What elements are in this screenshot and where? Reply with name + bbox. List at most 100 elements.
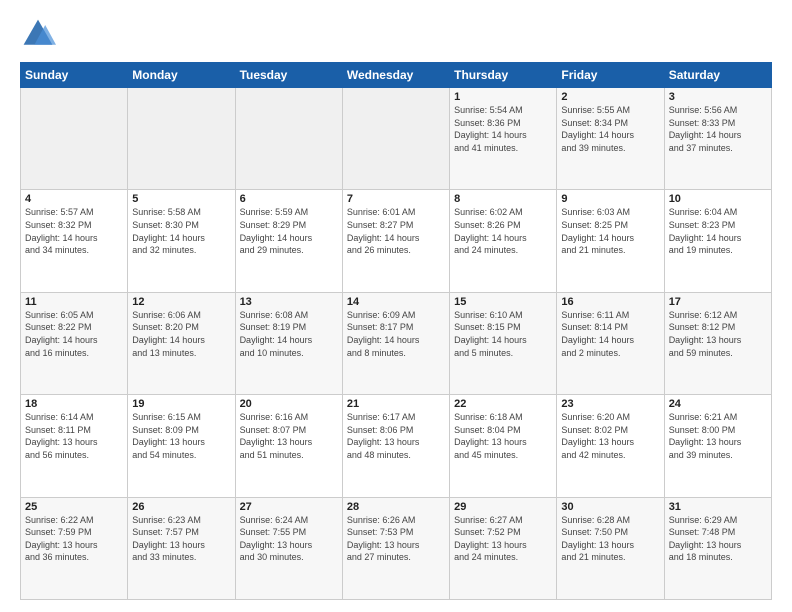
day-info: Sunrise: 6:22 AM Sunset: 7:59 PM Dayligh… (25, 514, 123, 564)
calendar-week-1: 1Sunrise: 5:54 AM Sunset: 8:36 PM Daylig… (21, 88, 772, 190)
day-info: Sunrise: 6:18 AM Sunset: 8:04 PM Dayligh… (454, 411, 552, 461)
calendar-cell: 10Sunrise: 6:04 AM Sunset: 8:23 PM Dayli… (664, 190, 771, 292)
weekday-header-sunday: Sunday (21, 63, 128, 88)
day-info: Sunrise: 6:28 AM Sunset: 7:50 PM Dayligh… (561, 514, 659, 564)
day-number: 20 (240, 398, 338, 410)
calendar-cell (342, 88, 449, 190)
calendar-body: 1Sunrise: 5:54 AM Sunset: 8:36 PM Daylig… (21, 88, 772, 600)
day-number: 16 (561, 296, 659, 308)
calendar-cell: 25Sunrise: 6:22 AM Sunset: 7:59 PM Dayli… (21, 497, 128, 599)
header (20, 16, 772, 52)
calendar-cell: 5Sunrise: 5:58 AM Sunset: 8:30 PM Daylig… (128, 190, 235, 292)
day-number: 26 (132, 501, 230, 513)
calendar-cell: 29Sunrise: 6:27 AM Sunset: 7:52 PM Dayli… (450, 497, 557, 599)
day-info: Sunrise: 5:57 AM Sunset: 8:32 PM Dayligh… (25, 206, 123, 256)
calendar-cell (235, 88, 342, 190)
day-number: 8 (454, 193, 552, 205)
calendar-cell: 12Sunrise: 6:06 AM Sunset: 8:20 PM Dayli… (128, 292, 235, 394)
calendar-cell: 14Sunrise: 6:09 AM Sunset: 8:17 PM Dayli… (342, 292, 449, 394)
calendar-cell: 30Sunrise: 6:28 AM Sunset: 7:50 PM Dayli… (557, 497, 664, 599)
calendar-cell: 31Sunrise: 6:29 AM Sunset: 7:48 PM Dayli… (664, 497, 771, 599)
day-number: 6 (240, 193, 338, 205)
calendar-cell: 22Sunrise: 6:18 AM Sunset: 8:04 PM Dayli… (450, 395, 557, 497)
weekday-header-wednesday: Wednesday (342, 63, 449, 88)
day-info: Sunrise: 6:20 AM Sunset: 8:02 PM Dayligh… (561, 411, 659, 461)
day-number: 24 (669, 398, 767, 410)
day-info: Sunrise: 6:05 AM Sunset: 8:22 PM Dayligh… (25, 309, 123, 359)
day-info: Sunrise: 6:08 AM Sunset: 8:19 PM Dayligh… (240, 309, 338, 359)
day-info: Sunrise: 6:27 AM Sunset: 7:52 PM Dayligh… (454, 514, 552, 564)
calendar-cell: 23Sunrise: 6:20 AM Sunset: 8:02 PM Dayli… (557, 395, 664, 497)
day-number: 22 (454, 398, 552, 410)
calendar-cell: 19Sunrise: 6:15 AM Sunset: 8:09 PM Dayli… (128, 395, 235, 497)
day-info: Sunrise: 5:54 AM Sunset: 8:36 PM Dayligh… (454, 104, 552, 154)
day-number: 21 (347, 398, 445, 410)
day-info: Sunrise: 6:17 AM Sunset: 8:06 PM Dayligh… (347, 411, 445, 461)
weekday-header-tuesday: Tuesday (235, 63, 342, 88)
day-number: 31 (669, 501, 767, 513)
calendar-cell: 26Sunrise: 6:23 AM Sunset: 7:57 PM Dayli… (128, 497, 235, 599)
day-info: Sunrise: 6:02 AM Sunset: 8:26 PM Dayligh… (454, 206, 552, 256)
calendar-cell: 11Sunrise: 6:05 AM Sunset: 8:22 PM Dayli… (21, 292, 128, 394)
day-info: Sunrise: 6:15 AM Sunset: 8:09 PM Dayligh… (132, 411, 230, 461)
day-info: Sunrise: 5:55 AM Sunset: 8:34 PM Dayligh… (561, 104, 659, 154)
day-info: Sunrise: 6:01 AM Sunset: 8:27 PM Dayligh… (347, 206, 445, 256)
calendar-cell: 1Sunrise: 5:54 AM Sunset: 8:36 PM Daylig… (450, 88, 557, 190)
day-info: Sunrise: 5:59 AM Sunset: 8:29 PM Dayligh… (240, 206, 338, 256)
day-number: 14 (347, 296, 445, 308)
calendar-cell (128, 88, 235, 190)
day-info: Sunrise: 6:21 AM Sunset: 8:00 PM Dayligh… (669, 411, 767, 461)
day-number: 4 (25, 193, 123, 205)
day-info: Sunrise: 5:58 AM Sunset: 8:30 PM Dayligh… (132, 206, 230, 256)
weekday-header-friday: Friday (557, 63, 664, 88)
day-info: Sunrise: 6:16 AM Sunset: 8:07 PM Dayligh… (240, 411, 338, 461)
calendar-week-3: 11Sunrise: 6:05 AM Sunset: 8:22 PM Dayli… (21, 292, 772, 394)
calendar-cell: 7Sunrise: 6:01 AM Sunset: 8:27 PM Daylig… (342, 190, 449, 292)
day-number: 27 (240, 501, 338, 513)
day-number: 7 (347, 193, 445, 205)
calendar-cell: 9Sunrise: 6:03 AM Sunset: 8:25 PM Daylig… (557, 190, 664, 292)
calendar-cell: 3Sunrise: 5:56 AM Sunset: 8:33 PM Daylig… (664, 88, 771, 190)
calendar-cell: 15Sunrise: 6:10 AM Sunset: 8:15 PM Dayli… (450, 292, 557, 394)
day-number: 19 (132, 398, 230, 410)
day-number: 12 (132, 296, 230, 308)
weekday-header-saturday: Saturday (664, 63, 771, 88)
logo-icon (20, 16, 56, 52)
calendar-cell: 2Sunrise: 5:55 AM Sunset: 8:34 PM Daylig… (557, 88, 664, 190)
day-number: 15 (454, 296, 552, 308)
calendar-week-2: 4Sunrise: 5:57 AM Sunset: 8:32 PM Daylig… (21, 190, 772, 292)
calendar-cell: 21Sunrise: 6:17 AM Sunset: 8:06 PM Dayli… (342, 395, 449, 497)
day-number: 17 (669, 296, 767, 308)
calendar-cell (21, 88, 128, 190)
calendar-cell: 18Sunrise: 6:14 AM Sunset: 8:11 PM Dayli… (21, 395, 128, 497)
day-number: 3 (669, 91, 767, 103)
day-info: Sunrise: 6:11 AM Sunset: 8:14 PM Dayligh… (561, 309, 659, 359)
day-info: Sunrise: 6:26 AM Sunset: 7:53 PM Dayligh… (347, 514, 445, 564)
day-info: Sunrise: 6:10 AM Sunset: 8:15 PM Dayligh… (454, 309, 552, 359)
calendar-week-4: 18Sunrise: 6:14 AM Sunset: 8:11 PM Dayli… (21, 395, 772, 497)
day-number: 18 (25, 398, 123, 410)
calendar-cell: 24Sunrise: 6:21 AM Sunset: 8:00 PM Dayli… (664, 395, 771, 497)
weekday-header-row: SundayMondayTuesdayWednesdayThursdayFrid… (21, 63, 772, 88)
logo (20, 16, 62, 52)
day-number: 29 (454, 501, 552, 513)
day-number: 13 (240, 296, 338, 308)
day-number: 11 (25, 296, 123, 308)
calendar-cell: 28Sunrise: 6:26 AM Sunset: 7:53 PM Dayli… (342, 497, 449, 599)
day-info: Sunrise: 6:29 AM Sunset: 7:48 PM Dayligh… (669, 514, 767, 564)
day-info: Sunrise: 6:14 AM Sunset: 8:11 PM Dayligh… (25, 411, 123, 461)
day-info: Sunrise: 6:23 AM Sunset: 7:57 PM Dayligh… (132, 514, 230, 564)
day-info: Sunrise: 6:03 AM Sunset: 8:25 PM Dayligh… (561, 206, 659, 256)
day-info: Sunrise: 6:06 AM Sunset: 8:20 PM Dayligh… (132, 309, 230, 359)
calendar-cell: 8Sunrise: 6:02 AM Sunset: 8:26 PM Daylig… (450, 190, 557, 292)
day-info: Sunrise: 6:04 AM Sunset: 8:23 PM Dayligh… (669, 206, 767, 256)
day-number: 9 (561, 193, 659, 205)
calendar-cell: 16Sunrise: 6:11 AM Sunset: 8:14 PM Dayli… (557, 292, 664, 394)
day-number: 1 (454, 91, 552, 103)
day-number: 30 (561, 501, 659, 513)
day-info: Sunrise: 6:09 AM Sunset: 8:17 PM Dayligh… (347, 309, 445, 359)
day-info: Sunrise: 5:56 AM Sunset: 8:33 PM Dayligh… (669, 104, 767, 154)
calendar-cell: 20Sunrise: 6:16 AM Sunset: 8:07 PM Dayli… (235, 395, 342, 497)
weekday-header-monday: Monday (128, 63, 235, 88)
day-number: 23 (561, 398, 659, 410)
